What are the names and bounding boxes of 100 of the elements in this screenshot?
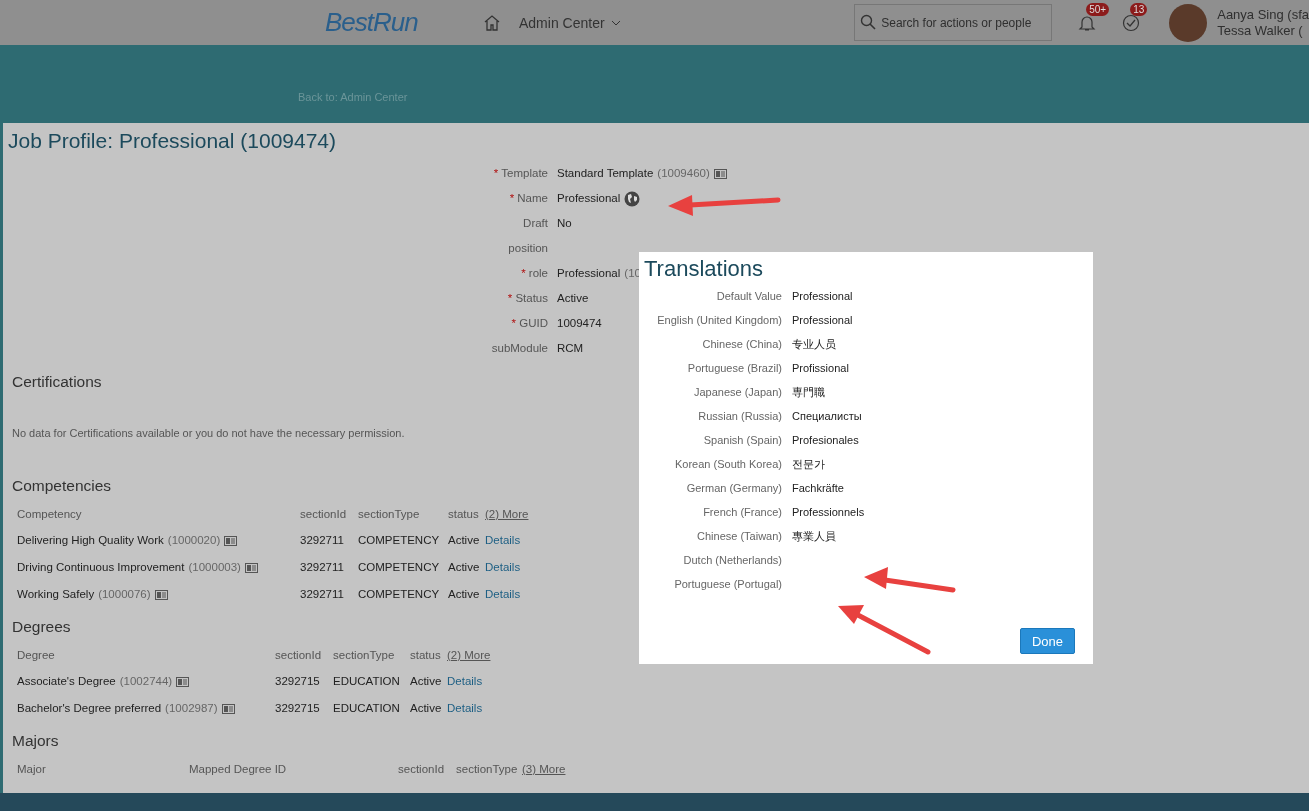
nav-menu[interactable]: Admin Center xyxy=(519,14,621,31)
translation-value: 专业人员 xyxy=(792,336,836,352)
card-icon[interactable] xyxy=(154,589,168,600)
field-id: (1009460) xyxy=(657,166,710,181)
section-title: Certifications xyxy=(12,373,102,391)
table-cell-text: Active xyxy=(448,560,481,575)
bell-icon[interactable] xyxy=(1078,13,1097,32)
dialog-title: Translations xyxy=(644,256,764,282)
empty-message: No data for Certifications available or you do not have the necessary permission. xyxy=(12,427,406,439)
profile-title: Job Profile: Professional (1009474) xyxy=(8,129,338,153)
column-header: Competency xyxy=(17,507,83,522)
globe-icon[interactable] xyxy=(624,190,641,207)
translation-value: Profissional xyxy=(792,362,849,374)
language-label: Dutch (Netherlands) xyxy=(682,552,782,568)
field-label: * role xyxy=(520,266,548,281)
language-label: Chinese (China) xyxy=(701,336,782,352)
language-label: Chinese (Taiwan) xyxy=(696,528,782,544)
done-button[interactable]: Done xyxy=(1020,628,1075,654)
field-value: 1009474 xyxy=(557,316,602,331)
search-field[interactable]: Search for actions or people xyxy=(854,4,1053,41)
logo[interactable]: BestRun xyxy=(325,7,425,38)
language-label: Portuguese (Portugal) xyxy=(673,576,782,592)
details-link[interactable]: Details xyxy=(485,527,521,554)
details-link[interactable]: Details xyxy=(447,668,483,695)
table-cell-text: 3292715 xyxy=(275,701,321,716)
translation-value: 전문가 xyxy=(792,456,825,472)
card-icon[interactable] xyxy=(221,703,235,714)
card-icon[interactable] xyxy=(244,562,258,573)
translation-value: 專業人員 xyxy=(792,528,836,544)
user-avatar[interactable] xyxy=(1169,3,1208,42)
table-cell: Bachelor's Degree preferred (1002987) xyxy=(17,695,275,722)
table-cell: Working Safely (1000076) xyxy=(17,581,300,608)
field-value: Professional xyxy=(557,266,621,281)
column-header: Major xyxy=(17,762,47,777)
search-icon xyxy=(860,14,877,30)
translation-value: Специалисты xyxy=(792,410,862,422)
column-header: status xyxy=(448,507,480,522)
table-cell-text: COMPETENCY xyxy=(358,587,441,602)
section-title: Majors xyxy=(12,732,59,750)
card-icon[interactable] xyxy=(176,676,190,687)
task-badge: 13 xyxy=(1130,2,1148,16)
table-cell-text: 3292711 xyxy=(300,560,345,575)
table-cell-text: EDUCATION xyxy=(333,674,401,689)
section-title: Competencies xyxy=(12,477,112,495)
language-label: English (United Kingdom) xyxy=(656,312,782,328)
details-link[interactable]: Details xyxy=(485,581,521,608)
column-header: Mapped Degree ID xyxy=(189,762,288,777)
field-label: subModule xyxy=(490,341,548,356)
more-link[interactable]: (2) More xyxy=(447,649,491,661)
notification-badge: 50+ xyxy=(1086,2,1110,16)
language-label: Korean (South Korea) xyxy=(674,456,782,472)
card-icon[interactable] xyxy=(713,168,727,179)
more-link[interactable]: (2) More xyxy=(485,508,529,520)
translation-value: 専門職 xyxy=(792,384,825,400)
table-cell-text: Active xyxy=(448,587,481,602)
table-cell: Associate's Degree (1002744) xyxy=(17,668,275,695)
column-header: sectionType xyxy=(456,762,519,777)
translation-value: Profesionales xyxy=(792,434,859,446)
column-header: status xyxy=(410,648,442,663)
column-header: sectionId xyxy=(398,762,446,777)
table-cell-text: EDUCATION xyxy=(333,701,401,716)
column-header: sectionId xyxy=(300,507,348,522)
table-cell: Driving Continuous Improvement (1000003) xyxy=(17,554,300,581)
column-header: sectionType xyxy=(333,648,396,663)
translation-value: Professional xyxy=(792,314,853,326)
field-label: position xyxy=(507,241,548,256)
field-value: No xyxy=(557,216,572,231)
field-label: * Template xyxy=(492,166,548,181)
field-label: * Status xyxy=(506,291,548,306)
language-label: German (Germany) xyxy=(685,480,782,496)
check-circle-icon[interactable] xyxy=(1122,13,1141,32)
table-cell-text: Active xyxy=(410,701,443,716)
field-value: Active xyxy=(557,291,589,306)
proxy-user-name[interactable]: Tessa Walker ( xyxy=(1217,22,1309,39)
table-cell-text: Active xyxy=(448,533,481,548)
field-label: * Name xyxy=(508,191,548,206)
table-cell-text: 3292715 xyxy=(275,674,321,689)
field-value: Standard Template xyxy=(557,166,654,181)
language-label: Japanese (Japan) xyxy=(692,384,782,400)
caret-icon xyxy=(610,19,621,26)
table-cell-text: COMPETENCY xyxy=(358,533,441,548)
translation-value: Fachkräfte xyxy=(792,482,844,494)
table-cell-text: Active xyxy=(410,674,443,689)
details-link[interactable]: Details xyxy=(447,695,483,722)
user-name[interactable]: Aanya Sing (sfa xyxy=(1217,6,1309,23)
field-label: Draft xyxy=(522,216,548,231)
field-value: RCM xyxy=(557,341,584,356)
card-icon[interactable] xyxy=(224,535,238,546)
table-cell-text: 3292711 xyxy=(300,587,345,602)
more-link[interactable]: (3) More xyxy=(522,763,566,775)
table-cell-text: 3292711 xyxy=(300,533,345,548)
column-header: sectionId xyxy=(275,648,323,663)
language-label: Default Value xyxy=(715,288,782,304)
field-label: * GUID xyxy=(510,316,548,331)
language-label: Russian (Russia) xyxy=(697,408,782,424)
details-link[interactable]: Details xyxy=(485,554,521,581)
translation-value: Professionnels xyxy=(792,506,865,518)
column-header: sectionType xyxy=(358,507,421,522)
home-icon[interactable] xyxy=(483,14,501,31)
language-label: Spanish (Spain) xyxy=(702,432,782,448)
